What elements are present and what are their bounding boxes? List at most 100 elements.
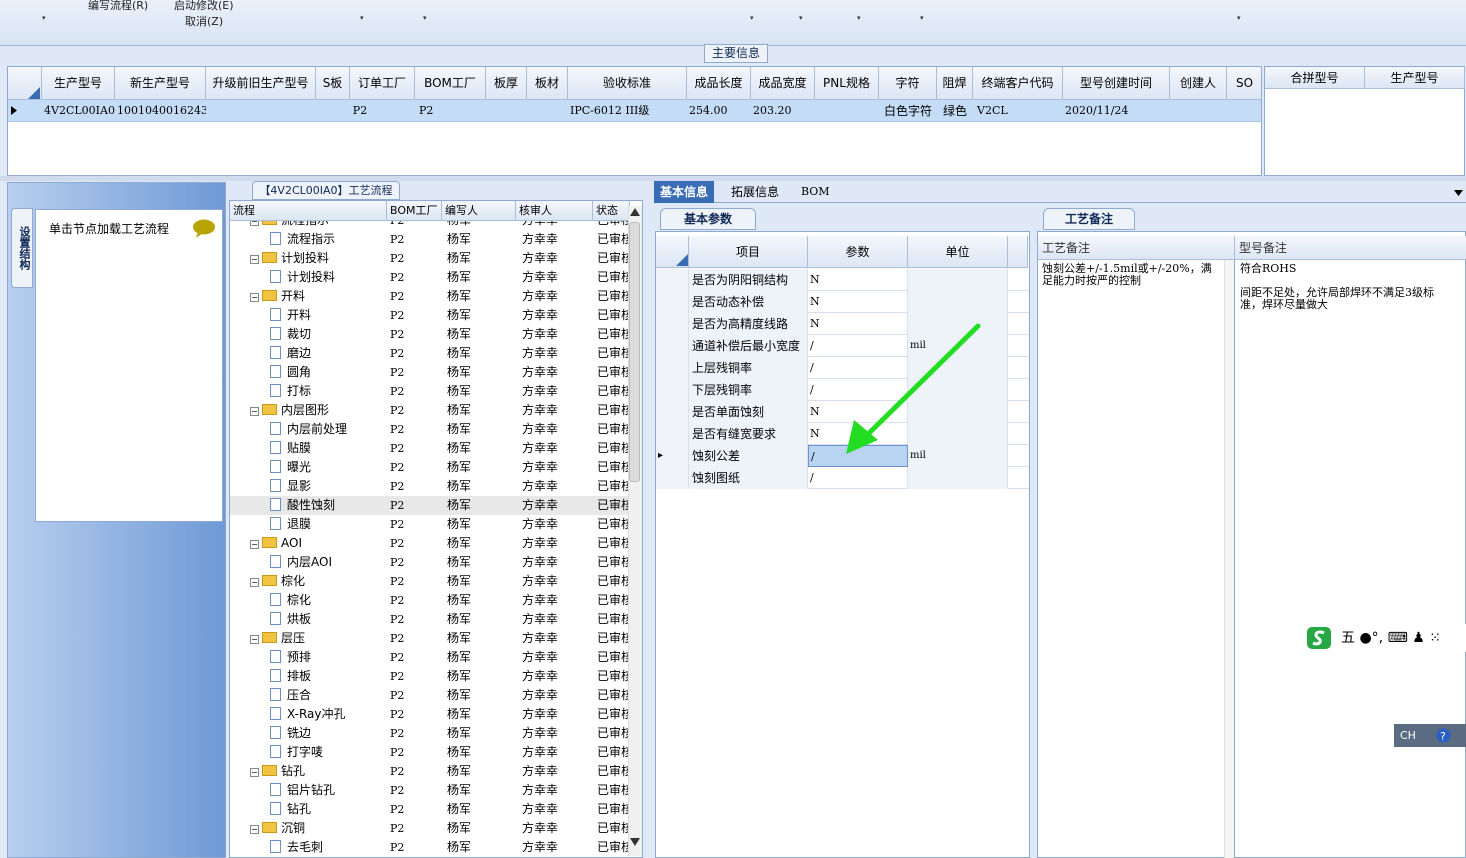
- col-header[interactable]: 创建人: [1170, 67, 1227, 100]
- scrollbar-thumb[interactable]: [629, 222, 640, 482]
- col-header[interactable]: 核审人: [516, 201, 593, 221]
- tree-node[interactable]: − 层压: [250, 629, 387, 648]
- chevron-down-icon[interactable]: ▾: [360, 14, 364, 22]
- menu-start-modify[interactable]: 启动修改(E): [174, 0, 234, 13]
- tree-row[interactable]: 圆角 P2 杨军 方幸幸 已审核: [230, 363, 630, 382]
- tree-row[interactable]: 裁切 P2 杨军 方幸幸 已审核: [230, 325, 630, 344]
- collapse-icon[interactable]: −: [250, 825, 259, 834]
- model-note-line1[interactable]: 符合ROHS: [1240, 263, 1455, 275]
- tree-node[interactable]: 打标: [270, 382, 387, 401]
- basic-params-tab[interactable]: 基本参数: [660, 208, 756, 230]
- tree-node[interactable]: 流程指示: [270, 230, 387, 249]
- cell-order-factory[interactable]: P2: [350, 100, 370, 122]
- tree-row[interactable]: − 层压 P2 杨军 方幸幸 已审核: [230, 629, 630, 648]
- tree-node[interactable]: 退膜: [270, 515, 387, 534]
- language-indicator[interactable]: CH ?: [1394, 724, 1466, 747]
- col-header[interactable]: 生产型号: [1365, 67, 1465, 89]
- tree-node[interactable]: 铣边: [270, 724, 387, 743]
- chevron-down-icon[interactable]: ▾: [750, 14, 754, 22]
- tree-row[interactable]: 打字唛 P2 杨军 方幸幸 已审核: [230, 743, 630, 762]
- col-header[interactable]: 字符: [879, 67, 937, 100]
- tree-row[interactable]: − 钻孔 P2 杨军 方幸幸 已审核: [230, 762, 630, 781]
- row-indicator[interactable]: [656, 269, 689, 291]
- cell-standard[interactable]: IPC-6012 III级: [568, 100, 687, 122]
- tree-row[interactable]: − 开料 P2 杨军 方幸幸 已审核: [230, 287, 630, 306]
- col-header[interactable]: 项目: [689, 236, 808, 268]
- col-header[interactable]: 板厚: [486, 67, 527, 100]
- col-header[interactable]: 型号备注: [1235, 236, 1466, 260]
- tree-row[interactable]: 烘板 P2 杨军 方幸幸 已审核: [230, 610, 630, 629]
- tree-row[interactable]: 流程指示 P2 杨军 方幸幸 已审核: [230, 230, 630, 249]
- tab-extended-info[interactable]: 拓展信息: [725, 181, 785, 203]
- param-value[interactable]: N: [808, 291, 908, 313]
- tab-bom[interactable]: BOM: [795, 181, 836, 203]
- tree-row[interactable]: 棕化 P2 杨军 方幸幸 已审核: [230, 591, 630, 610]
- cell-char[interactable]: 白色字符: [879, 100, 937, 122]
- ime-toolbar[interactable]: 五 ●°, ⌨ ♟ ⁙: [1305, 624, 1466, 652]
- chevron-down-icon[interactable]: ▾: [857, 14, 861, 22]
- tree-row[interactable]: − 棕化 P2 杨军 方幸幸 已审核: [230, 572, 630, 591]
- tree-node[interactable]: 打字唛: [270, 743, 387, 762]
- tab-structure-settings[interactable]: 设置结构: [11, 208, 33, 288]
- tree-row[interactable]: X-Ray冲孔 P2 杨军 方幸幸 已审核: [230, 705, 630, 724]
- tree-row[interactable]: − 流程指示 P2 杨军方幸幸已审核: [230, 221, 630, 230]
- tree-node[interactable]: 显影: [270, 477, 387, 496]
- tree-row[interactable]: 内层AOI P2 杨军 方幸幸 已审核: [230, 553, 630, 572]
- col-header[interactable]: 状态: [593, 201, 630, 221]
- col-header[interactable]: 合拼型号: [1265, 67, 1365, 89]
- tree-row[interactable]: 打标 P2 杨军 方幸幸 已审核: [230, 382, 630, 401]
- col-header[interactable]: 参数: [808, 236, 908, 268]
- col-header[interactable]: 成品宽度: [751, 67, 815, 100]
- tree-node[interactable]: − 内层图形: [250, 401, 387, 420]
- tree-node[interactable]: − AOI: [250, 534, 387, 553]
- chevron-down-icon[interactable]: ▾: [1237, 14, 1241, 22]
- collapse-icon[interactable]: −: [250, 578, 259, 587]
- tree-node[interactable]: 内层前处理: [270, 420, 387, 439]
- tree-node[interactable]: 内层AOI: [270, 553, 387, 572]
- help-icon[interactable]: ?: [1436, 728, 1451, 743]
- chevron-down-icon[interactable]: ▾: [42, 14, 46, 22]
- tree-node[interactable]: 圆角: [270, 363, 387, 382]
- tree-node[interactable]: 钻孔: [270, 800, 387, 819]
- chevron-down-icon[interactable]: ▾: [423, 14, 427, 22]
- col-header[interactable]: 订单工厂: [350, 67, 415, 100]
- cell-width[interactable]: 203.20: [751, 100, 815, 122]
- tree-node[interactable]: 磨边: [270, 344, 387, 363]
- tree-node[interactable]: 棕化: [270, 591, 387, 610]
- col-header[interactable]: BOM工厂: [415, 67, 486, 100]
- chevron-down-icon[interactable]: ▾: [799, 14, 803, 22]
- tree-row[interactable]: 去毛刺 P2 杨军 方幸幸 已审核: [230, 838, 630, 857]
- row-indicator[interactable]: [656, 401, 689, 423]
- tree-row[interactable]: 曝光 P2 杨军 方幸幸 已审核: [230, 458, 630, 477]
- col-header[interactable]: 单位: [908, 236, 1008, 268]
- col-header[interactable]: 型号创建时间: [1063, 67, 1170, 100]
- chevron-down-icon[interactable]: [1454, 190, 1463, 196]
- tree-node[interactable]: − 开料: [250, 287, 387, 306]
- tree-node[interactable]: − 钻孔: [250, 762, 387, 781]
- tree-row[interactable]: 磨边 P2 杨军 方幸幸 已审核: [230, 344, 630, 363]
- tree-row[interactable]: 内层前处理 P2 杨军 方幸幸 已审核: [230, 420, 630, 439]
- param-row[interactable]: 是否为阴阳铜结构 N: [656, 269, 1029, 291]
- tree-row[interactable]: 排板 P2 杨军 方幸幸 已审核: [230, 667, 630, 686]
- cell-new-model[interactable]: 10010400162433: [115, 100, 206, 122]
- tree-node[interactable]: 去毛刺: [270, 838, 387, 857]
- tree-row[interactable]: 钻孔 P2 杨军 方幸幸 已审核: [230, 800, 630, 819]
- tree-node[interactable]: 排板: [270, 667, 387, 686]
- tree-node[interactable]: − 计划投料: [250, 249, 387, 268]
- collapse-icon[interactable]: −: [250, 635, 259, 644]
- tree-node[interactable]: 贴膜: [270, 439, 387, 458]
- tree-row[interactable]: 计划投料 P2 杨军 方幸幸 已审核: [230, 268, 630, 287]
- col-header[interactable]: BOM工厂: [387, 201, 442, 221]
- process-note-text[interactable]: 蚀刻公差+/-1.5mil或+/-20%，满足能力时按严的控制: [1042, 263, 1222, 287]
- cell-model[interactable]: 4V2CL00IA0: [42, 100, 115, 122]
- row-indicator[interactable]: [656, 423, 689, 445]
- tree-node[interactable]: − 沉铜: [250, 819, 387, 838]
- tree-node[interactable]: 酸性蚀刻: [270, 496, 387, 515]
- tree-row[interactable]: − 内层图形 P2 杨军 方幸幸 已审核: [230, 401, 630, 420]
- tree-row[interactable]: − 沉铜 P2 杨军 方幸幸 已审核: [230, 819, 630, 838]
- tree-node[interactable]: 压合: [270, 686, 387, 705]
- collapse-icon[interactable]: −: [250, 221, 259, 226]
- tree-node[interactable]: 曝光: [270, 458, 387, 477]
- scroll-up-icon[interactable]: [630, 208, 640, 216]
- tree-node[interactable]: 预排: [270, 648, 387, 667]
